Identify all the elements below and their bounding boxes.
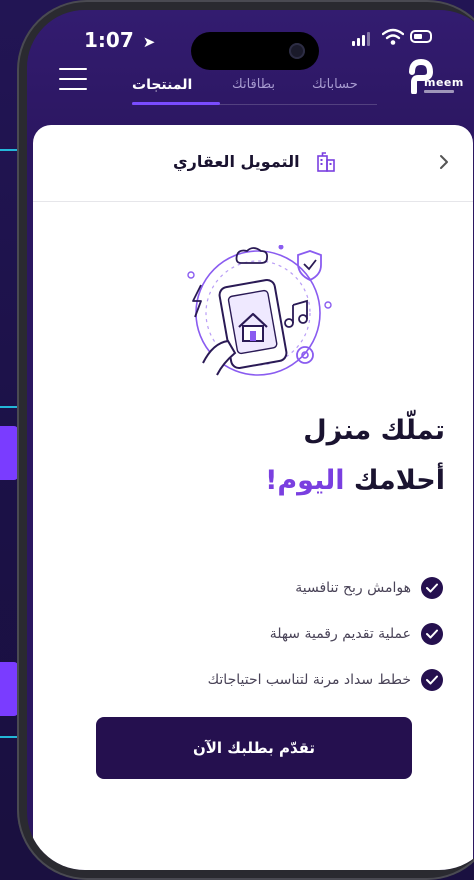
check-circle-icon	[421, 577, 443, 599]
check-circle-icon	[421, 669, 443, 691]
mortgage-illustration	[187, 245, 332, 376]
tab-accounts[interactable]: حساباتك	[312, 77, 358, 92]
logo-wordmark: meem	[424, 76, 464, 89]
camera-icon	[289, 43, 305, 59]
apply-now-button[interactable]: تقدّم بطلبك الآن	[96, 717, 412, 779]
wifi-icon	[382, 28, 404, 45]
chevron-right-icon[interactable]	[437, 152, 451, 172]
content-sheet: التمويل العقاري تملّك منزل أحلامك اليوم!…	[33, 125, 473, 870]
list-item: هوامش ربح تنافسية	[83, 565, 443, 611]
page-header: التمويل العقاري	[33, 125, 473, 202]
check-circle-icon	[421, 623, 443, 645]
location-arrow-icon: ➤	[142, 33, 156, 51]
building-icon	[317, 152, 335, 172]
hero-heading-line1: تملّك منزل	[303, 415, 445, 446]
menu-icon[interactable]	[59, 68, 87, 90]
tab-active-indicator	[132, 102, 220, 105]
hero-heading-line2: أحلامك اليوم!	[265, 465, 445, 496]
logo-tagline	[424, 90, 454, 93]
meem-logo: meem	[400, 50, 463, 105]
battery-icon	[410, 30, 432, 43]
decorative-block	[0, 426, 18, 480]
decorative-line	[0, 406, 18, 408]
feature-list: هوامش ربح تنافسية عملية تقديم رقمية سهلة…	[83, 565, 443, 703]
phone-screen: 1:07 ➤ المنتجات بطاقاتك حساباتك meem الت…	[27, 10, 474, 870]
page-title: التمويل العقاري	[173, 152, 300, 171]
product-tabs: المنتجات بطاقاتك حساباتك	[132, 72, 377, 105]
signal-icon	[352, 32, 370, 46]
list-item: خطط سداد مرنة لتناسب احتياجاتك	[83, 657, 443, 703]
decorative-block	[0, 662, 18, 716]
decorative-line	[0, 149, 18, 151]
list-item: عملية تقديم رقمية سهلة	[83, 611, 443, 657]
tab-products[interactable]: المنتجات	[132, 77, 192, 93]
tab-cards[interactable]: بطاقاتك	[232, 77, 275, 92]
decorative-line	[0, 736, 18, 738]
dynamic-island	[191, 32, 319, 70]
status-time: 1:07 ➤	[84, 28, 156, 52]
